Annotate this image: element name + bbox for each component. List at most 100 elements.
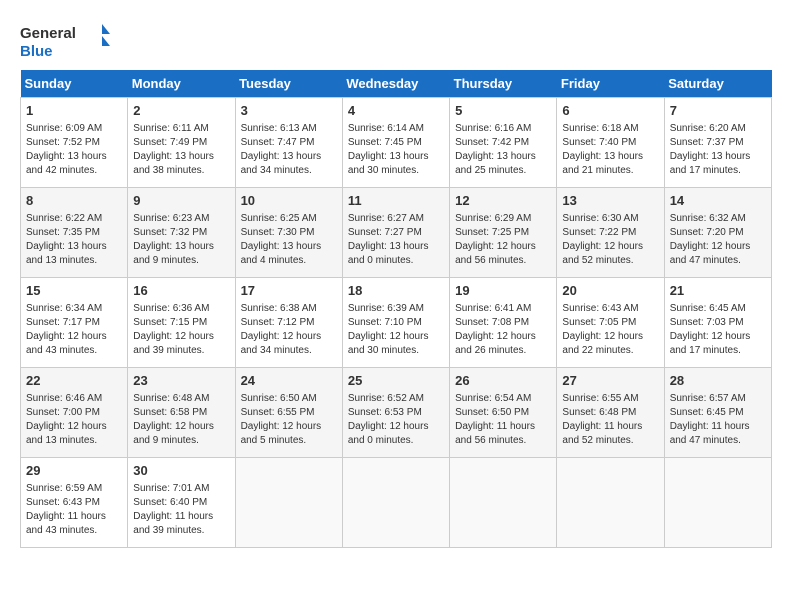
- day-number: 14: [670, 192, 766, 210]
- svg-text:Blue: Blue: [20, 43, 53, 60]
- day-number: 7: [670, 102, 766, 120]
- weekday-label: Saturday: [664, 70, 771, 98]
- day-number: 1: [26, 102, 122, 120]
- calendar-cell: 17Sunrise: 6:38 AM Sunset: 7:12 PM Dayli…: [235, 278, 342, 368]
- calendar-cell: 14 Sunrise: 6:32 AM Sunset: 7:20 PM Dayli…: [664, 188, 771, 278]
- day-info: Sunrise: 6:30 AM Sunset: 7:22 PM Dayligh…: [562, 212, 658, 268]
- calendar-cell: 23 Sunrise: 6:48 AM Sunset: 6:58 PM Dayli…: [128, 368, 235, 458]
- calendar-cell: 28 Sunrise: 6:57 AM Sunset: 6:45 PM Dayli…: [664, 368, 771, 458]
- calendar-week-row: 29 Sunrise: 6:59 AM Sunset: 6:43 PM Dayli…: [21, 458, 772, 548]
- calendar-cell: 3 Sunrise: 6:13 AM Sunset: 7:47 PM Daylig…: [235, 98, 342, 188]
- day-number: 27: [562, 372, 658, 390]
- calendar-cell: 20 Sunrise: 6:43 AM Sunset: 7:05 PM Dayli…: [557, 278, 664, 368]
- calendar-cell: 8 Sunrise: 6:22 AM Sunset: 7:35 PM Daylig…: [21, 188, 128, 278]
- calendar-cell: 10 Sunrise: 6:25 AM Sunset: 7:30 PM Dayli…: [235, 188, 342, 278]
- calendar-cell: 22 Sunrise: 6:46 AM Sunset: 7:00 PM Dayli…: [21, 368, 128, 458]
- calendar-cell: 21 Sunrise: 6:45 AM Sunset: 7:03 PM Dayli…: [664, 278, 771, 368]
- calendar-week-row: 15 Sunrise: 6:34 AM Sunset: 7:17 PM Dayli…: [21, 278, 772, 368]
- calendar-cell: 19 Sunrise: 6:41 AM Sunset: 7:08 PM Dayli…: [450, 278, 557, 368]
- day-info: Sunrise: 6:55 AM Sunset: 6:48 PM Dayligh…: [562, 392, 658, 448]
- calendar-cell: 9 Sunrise: 6:23 AM Sunset: 7:32 PM Daylig…: [128, 188, 235, 278]
- day-number: 6: [562, 102, 658, 120]
- day-number: 24: [241, 372, 337, 390]
- day-info: Sunrise: 6:46 AM Sunset: 7:00 PM Dayligh…: [26, 392, 122, 448]
- day-info: Sunrise: 6:45 AM Sunset: 7:03 PM Dayligh…: [670, 302, 766, 358]
- calendar-cell: 27 Sunrise: 6:55 AM Sunset: 6:48 PM Dayli…: [557, 368, 664, 458]
- page-header: General Blue: [20, 20, 772, 60]
- day-number: 30: [133, 462, 229, 480]
- day-number: 3: [241, 102, 337, 120]
- day-info: Sunrise: 6:39 AM Sunset: 7:10 PM Dayligh…: [348, 302, 444, 358]
- weekday-header-row: SundayMondayTuesdayWednesdayThursdayFrid…: [21, 70, 772, 98]
- calendar-cell: 18 Sunrise: 6:39 AM Sunset: 7:10 PM Dayli…: [342, 278, 449, 368]
- calendar-cell: 29 Sunrise: 6:59 AM Sunset: 6:43 PM Dayli…: [21, 458, 128, 548]
- day-info: Sunrise: 6:52 AM Sunset: 6:53 PM Dayligh…: [348, 392, 444, 448]
- calendar-cell: 15 Sunrise: 6:34 AM Sunset: 7:17 PM Dayli…: [21, 278, 128, 368]
- day-info: Sunrise: 6:18 AM Sunset: 7:40 PM Dayligh…: [562, 122, 658, 178]
- day-info: Sunrise: 6:23 AM Sunset: 7:32 PM Dayligh…: [133, 212, 229, 268]
- calendar-cell: 1 Sunrise: 6:09 AM Sunset: 7:52 PM Daylig…: [21, 98, 128, 188]
- day-number: 4: [348, 102, 444, 120]
- day-info: Sunrise: 7:01 AM Sunset: 6:40 PM Dayligh…: [133, 482, 229, 538]
- calendar-cell: 6 Sunrise: 6:18 AM Sunset: 7:40 PM Daylig…: [557, 98, 664, 188]
- calendar-body: 1 Sunrise: 6:09 AM Sunset: 7:52 PM Daylig…: [21, 98, 772, 548]
- calendar-cell: 2 Sunrise: 6:11 AM Sunset: 7:49 PM Daylig…: [128, 98, 235, 188]
- day-info: Sunrise: 6:34 AM Sunset: 7:17 PM Dayligh…: [26, 302, 122, 358]
- day-number: 20: [562, 282, 658, 300]
- day-info: Sunrise: 6:41 AM Sunset: 7:08 PM Dayligh…: [455, 302, 551, 358]
- day-number: 5: [455, 102, 551, 120]
- calendar-cell: [557, 458, 664, 548]
- day-number: 23: [133, 372, 229, 390]
- day-info: Sunrise: 6:38 AM Sunset: 7:12 PM Dayligh…: [241, 302, 337, 358]
- calendar-cell: [342, 458, 449, 548]
- day-number: 10: [241, 192, 337, 210]
- day-number: 2: [133, 102, 229, 120]
- day-info: Sunrise: 6:48 AM Sunset: 6:58 PM Dayligh…: [133, 392, 229, 448]
- day-info: Sunrise: 6:27 AM Sunset: 7:27 PM Dayligh…: [348, 212, 444, 268]
- calendar-week-row: 1 Sunrise: 6:09 AM Sunset: 7:52 PM Daylig…: [21, 98, 772, 188]
- calendar-cell: 30 Sunrise: 7:01 AM Sunset: 6:40 PM Dayli…: [128, 458, 235, 548]
- day-number: 18: [348, 282, 444, 300]
- day-info: Sunrise: 6:43 AM Sunset: 7:05 PM Dayligh…: [562, 302, 658, 358]
- day-number: 28: [670, 372, 766, 390]
- day-info: Sunrise: 6:11 AM Sunset: 7:49 PM Dayligh…: [133, 122, 229, 178]
- day-info: Sunrise: 6:29 AM Sunset: 7:25 PM Dayligh…: [455, 212, 551, 268]
- day-info: Sunrise: 6:13 AM Sunset: 7:47 PM Dayligh…: [241, 122, 337, 178]
- day-number: 15: [26, 282, 122, 300]
- day-info: Sunrise: 6:22 AM Sunset: 7:35 PM Dayligh…: [26, 212, 122, 268]
- logo-svg: General Blue: [20, 20, 110, 60]
- day-info: Sunrise: 6:32 AM Sunset: 7:20 PM Dayligh…: [670, 212, 766, 268]
- day-number: 12: [455, 192, 551, 210]
- calendar-cell: [235, 458, 342, 548]
- day-info: Sunrise: 6:54 AM Sunset: 6:50 PM Dayligh…: [455, 392, 551, 448]
- day-info: Sunrise: 6:59 AM Sunset: 6:43 PM Dayligh…: [26, 482, 122, 538]
- weekday-label: Friday: [557, 70, 664, 98]
- weekday-label: Tuesday: [235, 70, 342, 98]
- day-number: 19: [455, 282, 551, 300]
- day-number: 8: [26, 192, 122, 210]
- day-info: Sunrise: 6:09 AM Sunset: 7:52 PM Dayligh…: [26, 122, 122, 178]
- day-number: 13: [562, 192, 658, 210]
- calendar-cell: [664, 458, 771, 548]
- calendar-week-row: 22 Sunrise: 6:46 AM Sunset: 7:00 PM Dayli…: [21, 368, 772, 458]
- logo: General Blue: [20, 20, 110, 60]
- weekday-label: Monday: [128, 70, 235, 98]
- day-number: 22: [26, 372, 122, 390]
- weekday-label: Wednesday: [342, 70, 449, 98]
- day-number: 9: [133, 192, 229, 210]
- day-info: Sunrise: 6:25 AM Sunset: 7:30 PM Dayligh…: [241, 212, 337, 268]
- calendar-cell: 4 Sunrise: 6:14 AM Sunset: 7:45 PM Daylig…: [342, 98, 449, 188]
- calendar-cell: 13 Sunrise: 6:30 AM Sunset: 7:22 PM Dayli…: [557, 188, 664, 278]
- calendar-cell: 24Sunrise: 6:50 AM Sunset: 6:55 PM Dayli…: [235, 368, 342, 458]
- calendar-week-row: 8 Sunrise: 6:22 AM Sunset: 7:35 PM Daylig…: [21, 188, 772, 278]
- calendar-cell: 26Sunrise: 6:54 AM Sunset: 6:50 PM Dayli…: [450, 368, 557, 458]
- calendar-cell: 11Sunrise: 6:27 AM Sunset: 7:27 PM Dayli…: [342, 188, 449, 278]
- calendar-table: SundayMondayTuesdayWednesdayThursdayFrid…: [20, 70, 772, 548]
- day-number: 25: [348, 372, 444, 390]
- day-info: Sunrise: 6:57 AM Sunset: 6:45 PM Dayligh…: [670, 392, 766, 448]
- day-number: 16: [133, 282, 229, 300]
- day-info: Sunrise: 6:14 AM Sunset: 7:45 PM Dayligh…: [348, 122, 444, 178]
- day-number: 21: [670, 282, 766, 300]
- calendar-cell: [450, 458, 557, 548]
- day-number: 29: [26, 462, 122, 480]
